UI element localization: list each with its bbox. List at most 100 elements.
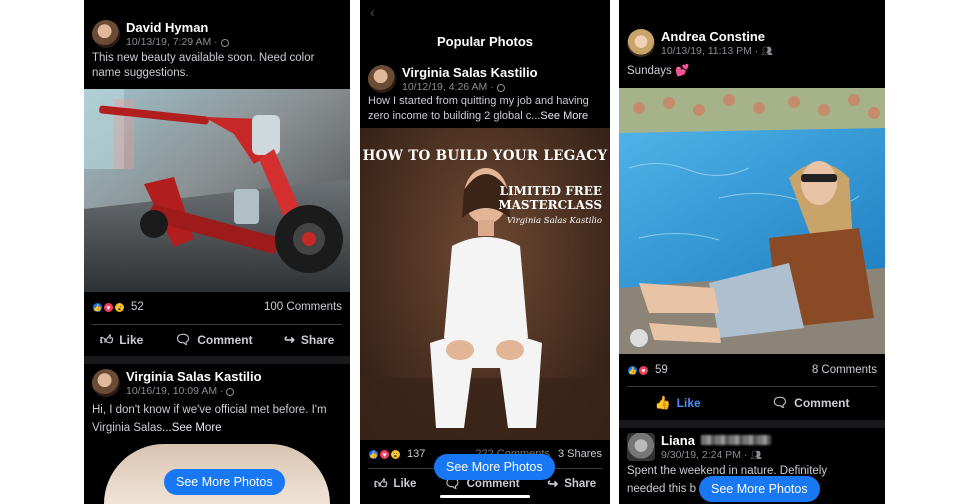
share-button[interactable]: ↪ Share [547,476,596,492]
like-reaction-icon: 👍 [368,448,379,460]
like-reaction-icon: 👍 [627,364,638,376]
comment-icon: 🗨︎ [771,395,789,410]
love-reaction-icon: ♥ [638,364,649,376]
post-stats: 👍 ♥ 😮 52 100 Comments [92,301,342,313]
like-button[interactable]: 👍︎ Like [100,332,144,348]
avatar[interactable] [368,65,396,93]
post-photo-scooter[interactable] [84,89,350,292]
author-name[interactable]: Virginia Salas Kastilio [126,369,262,385]
page-title: Popular Photos [436,34,534,49]
comment-button[interactable]: 🗨︎ Comment [175,332,253,348]
comments-count[interactable]: 8 Comments [812,364,877,376]
post-separator [619,420,885,428]
globe-icon [220,38,229,47]
friends-icon: 👥︎ [750,450,762,460]
post-date: 10/13/19, 7:29 AM · [126,36,218,48]
feed-panel-left: David Hyman 10/13/19, 7:29 AM · This new… [84,0,350,504]
post-header: Liana 9/30/19, 2:24 PM · 👥︎ [627,433,877,462]
post-photo-masterclass[interactable]: HOW TO BUILD YOUR LEGACY LIMITED FREE MA… [360,128,610,440]
author-name-text: Liana [661,433,695,448]
comment-button[interactable]: 🗨︎ Comment [772,395,850,411]
comment-icon: 🗨︎ [174,332,192,347]
friends-icon: 👥︎ [761,46,773,56]
reactions-summary[interactable]: 👍 ♥ 😮 52 [92,301,144,313]
post-text: Sundays 💕 [627,65,690,77]
wow-reaction-icon: 😮 [390,448,401,460]
post-photo-pool[interactable] [619,88,885,354]
divider [92,324,342,325]
see-more-photos-button[interactable]: See More Photos [164,469,285,495]
post-text: How I started from quitting my job and h… [368,94,602,124]
see-more-photos-button[interactable]: See More Photos [699,476,820,502]
like-label: Like [119,333,144,347]
image-subheadline: LIMITED FREE MASTERCLASS Virginia Salas … [498,184,602,228]
reactions-count: 52 [131,301,144,313]
author-name[interactable]: Andrea Constine [661,29,773,45]
post-date: 10/13/19, 11:13 PM · [661,45,759,57]
post-date: 10/12/19, 4:26 AM · [402,81,494,93]
post-meta: 10/12/19, 4:26 AM · [402,81,538,94]
pool-image [619,88,885,354]
like-label: Like [676,396,701,410]
post-header: David Hyman 10/13/19, 7:29 AM · [92,20,342,49]
see-more-link[interactable]: ...See More [531,110,588,122]
divider [627,386,877,387]
post-meta: 9/30/19, 2:24 PM · 👥︎ [661,449,771,462]
post-meta: 10/16/19, 10:09 AM · [126,385,262,398]
masterclass-image [360,168,610,440]
avatar[interactable] [627,433,655,461]
post-actions: 👍︎ Like 🗨︎ Comment ↪ Share [84,332,350,348]
author-name[interactable]: Liana [661,433,771,449]
author-name[interactable]: Virginia Salas Kastilio [402,65,538,81]
avatar[interactable] [627,29,655,57]
reactions-count: 59 [655,364,668,376]
post-actions: 👍 Like 🗨︎ Comment [619,395,885,411]
see-more-photos-button[interactable]: See More Photos [434,454,555,480]
post-meta: 10/13/19, 7:29 AM · [126,36,229,49]
comments-count[interactable]: 100 Comments [264,301,342,313]
post-text: Hi, I don't know if we've official met b… [92,401,342,437]
post-header: Virginia Salas Kastilio 10/16/19, 10:09 … [92,369,342,398]
shares-count[interactable]: 3 Shares [558,448,602,460]
thumbs-up-icon: 👍 [654,395,671,410]
scooter-image [84,89,350,292]
reactions-summary[interactable]: 👍 ♥ 😮 137 [368,448,425,460]
like-reaction-icon: 👍 [92,301,103,313]
post-date: 10/16/19, 10:09 AM · [126,385,224,397]
like-label: Like [393,478,417,490]
share-button[interactable]: ↪ Share [284,332,334,348]
share-label: Share [564,478,597,490]
thumbs-up-icon: 👍︎ [373,476,388,491]
redacted-name [700,435,771,445]
love-reaction-icon: ♥ [103,301,114,313]
globe-icon [226,387,235,396]
post-text: This new beauty available soon. Need col… [92,52,315,79]
reactions-summary[interactable]: 👍 ♥ 59 [627,364,668,376]
post-header: Virginia Salas Kastilio 10/12/19, 4:26 A… [368,65,602,94]
avatar[interactable] [92,20,120,48]
love-reaction-icon: ♥ [379,448,390,460]
post-meta: 10/13/19, 11:13 PM · 👥︎ [661,45,773,58]
see-more-link[interactable]: ...See More [162,422,221,434]
post-header: Andrea Constine 10/13/19, 11:13 PM · 👥︎ [627,29,877,58]
share-icon: ↪ [547,476,559,491]
thumbs-up-icon: 👍︎ [99,332,114,347]
image-headline: HOW TO BUILD YOUR LEGACY [362,148,608,164]
back-icon[interactable]: ‹ [370,4,375,20]
author-name[interactable]: David Hyman [126,20,229,36]
globe-icon [496,83,505,92]
post-stats: 👍 ♥ 59 8 Comments [627,364,877,376]
image-sub-line2: MASTERCLASS [498,198,602,212]
home-indicator [440,495,530,498]
feed-panel-right: Andrea Constine 10/13/19, 11:13 PM · 👥︎ … [619,0,885,504]
share-label: Share [300,333,335,347]
post-separator [84,356,350,364]
like-button[interactable]: 👍 Like [654,395,700,411]
avatar[interactable] [92,369,120,397]
post-date: 9/30/19, 2:24 PM · [661,449,748,461]
share-icon: ↪ [284,332,295,347]
like-button[interactable]: 👍︎ Like [374,476,417,492]
comment-label: Comment [197,333,253,347]
image-signature: Virginia Salas Kastilio [506,216,602,226]
image-sub-line1: LIMITED FREE [499,184,602,198]
